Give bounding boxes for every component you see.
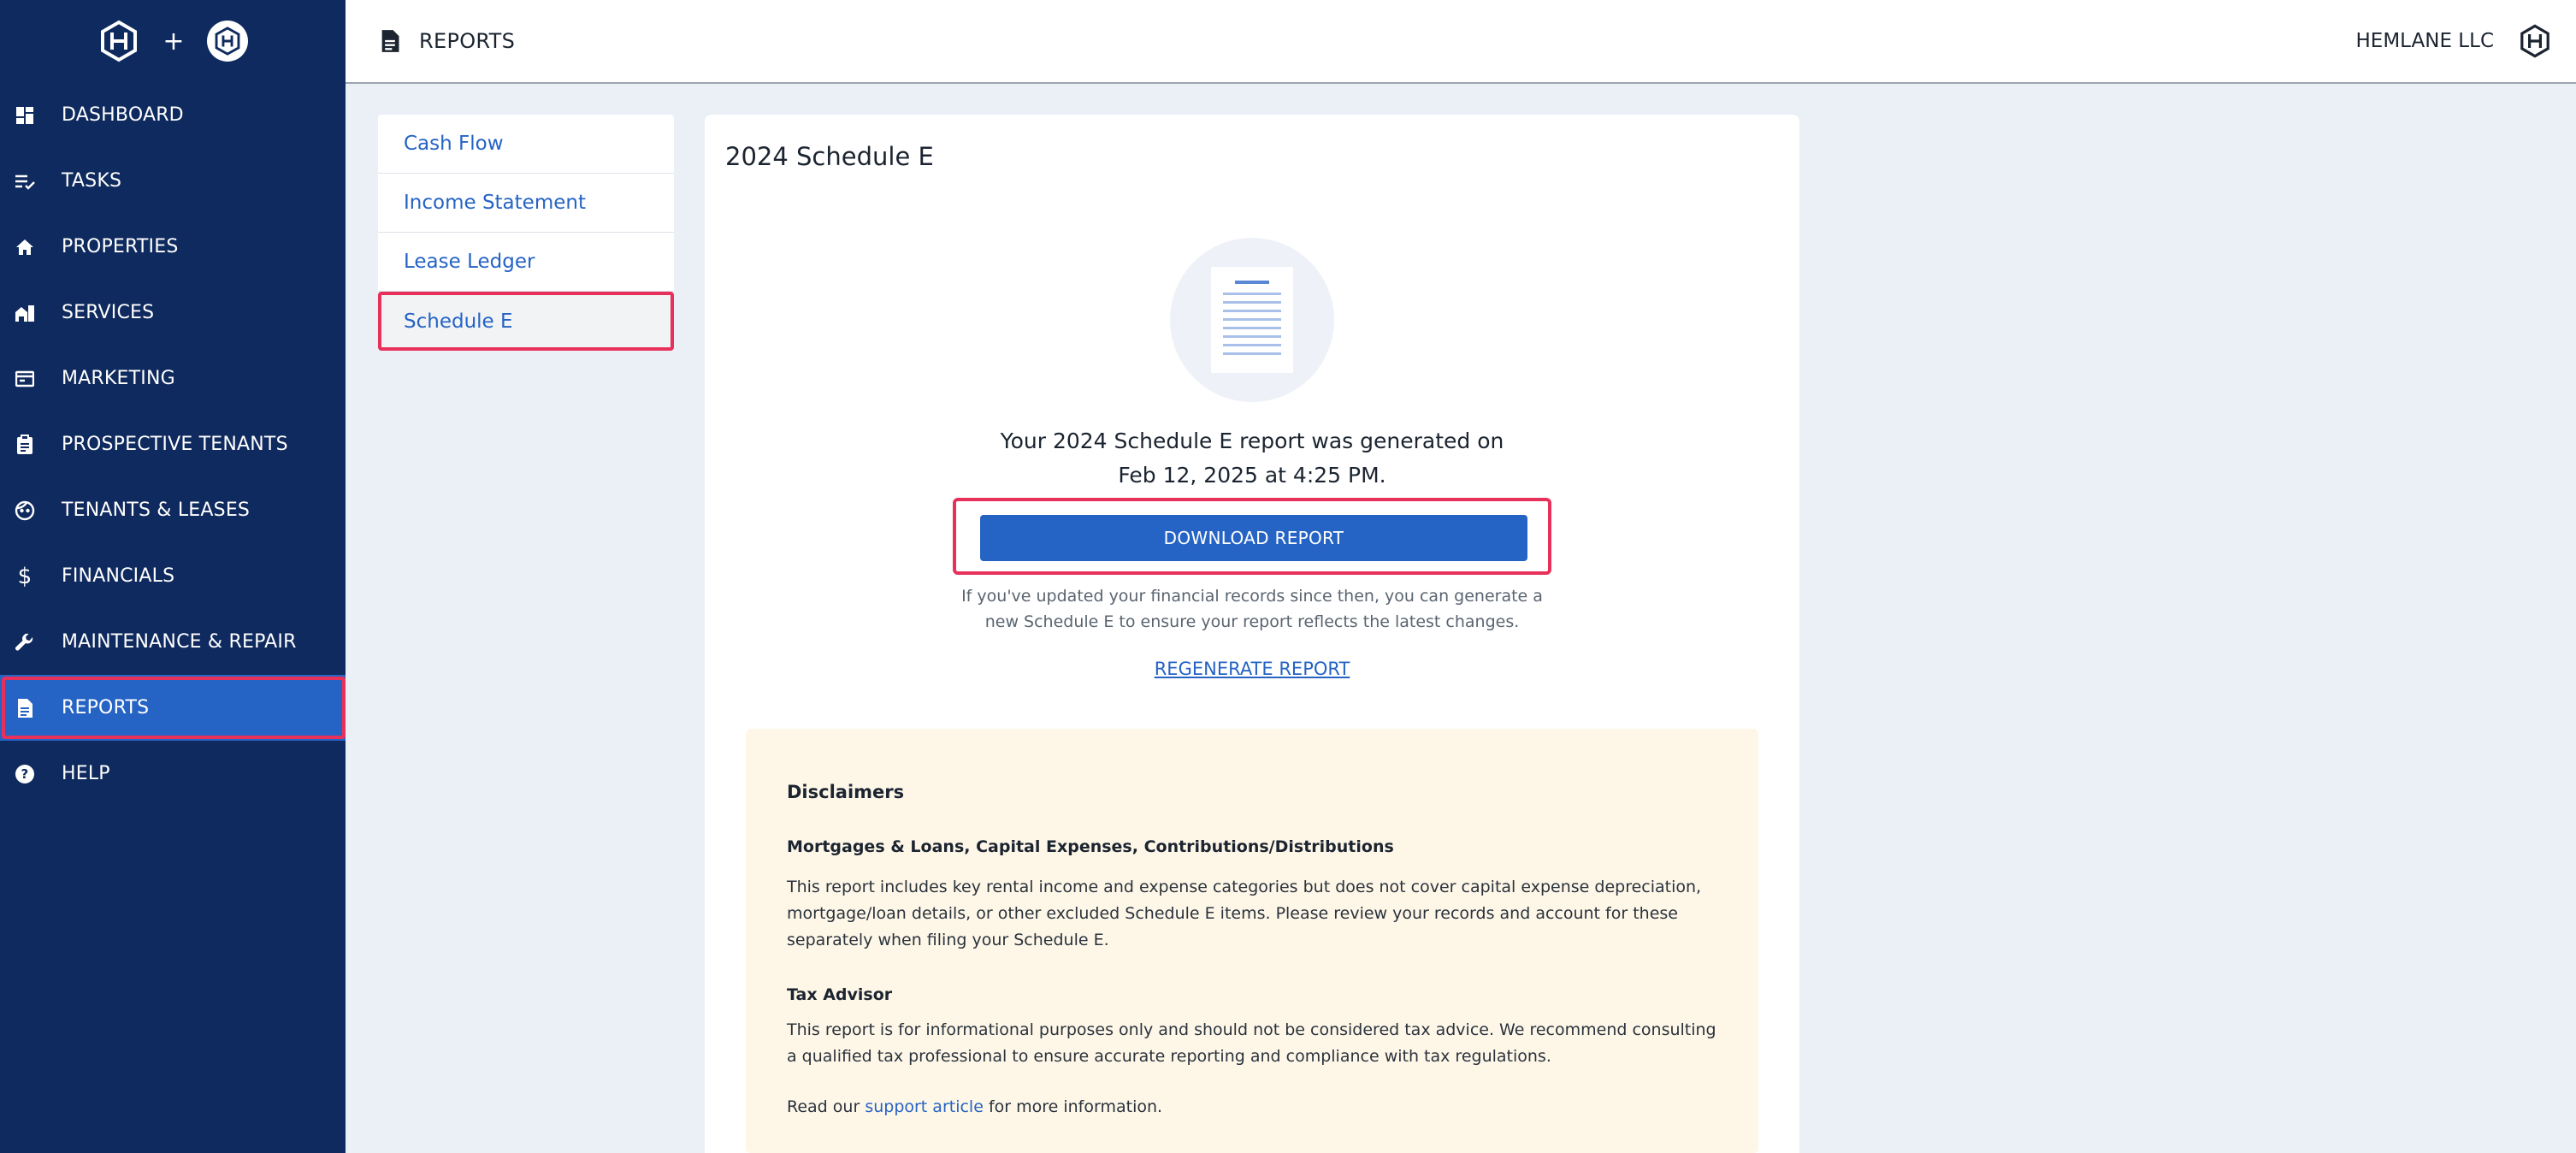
help-icon: ? [14,763,36,785]
report-nav-schedule-e[interactable]: Schedule E [378,292,674,351]
report-type-nav: Cash Flow Income Statement Lease Ledger … [378,115,674,351]
sidebar-item-label: MAINTENANCE & REPAIR [62,631,297,653]
sidebar-item-label: MARKETING [62,368,175,389]
report-icon [14,697,36,719]
document-illustration-icon [1170,238,1334,402]
read-more-prefix: Read our [787,1097,866,1116]
report-nav-lease-ledger[interactable]: Lease Ledger [378,233,674,292]
sidebar-item-prospective-tenants[interactable]: PROSPECTIVE TENANTS [0,411,346,477]
read-more-suffix: for more information. [983,1097,1163,1116]
download-highlight: DOWNLOAD REPORT [953,498,1551,575]
home-icon [14,236,36,258]
dashboard-icon [14,104,36,127]
report-title: 2024 Schedule E [725,142,934,171]
services-icon [14,302,36,324]
sidebar-item-marketing[interactable]: MARKETING [0,346,346,411]
sidebar-item-dashboard[interactable]: DASHBOARD [0,82,346,148]
sidebar-item-label: DASHBOARD [62,104,184,126]
sidebar-item-label: REPORTS [62,697,150,718]
wrench-icon [14,631,36,653]
org-logo-icon[interactable] [2518,24,2552,58]
brand: + [0,0,346,82]
generated-line-2: Feb 12, 2025 at 4:25 PM. [1118,463,1386,488]
sidebar-item-label: SERVICES [62,302,155,323]
disclaimers-title: Disclaimers [787,782,905,802]
sidebar-item-reports[interactable]: REPORTS [0,675,346,741]
sidebar-item-label: FINANCIALS [62,565,175,587]
page-title: REPORTS [419,29,516,53]
disclaimers-box: Disclaimers Mortgages & Loans, Capital E… [746,729,1758,1153]
disclaimer-subtitle-mortgages: Mortgages & Loans, Capital Expenses, Con… [787,837,1394,856]
sidebar-item-label: PROSPECTIVE TENANTS [62,434,288,455]
sidebar-item-label: PROPERTIES [62,236,179,257]
svg-text:?: ? [21,766,29,782]
sidebar-item-help[interactable]: ? HELP [0,741,346,807]
sidebar-item-label: TASKS [62,170,122,192]
disclaimer-text-mortgages: This report includes key rental income a… [787,878,1702,949]
face-icon [14,500,36,522]
report-icon [381,30,399,52]
report-nav-income-statement[interactable]: Income Statement [378,174,674,233]
sidebar-nav: DASHBOARD TASKS PROPERTIES SERVICES MARK… [0,82,346,807]
top-header: REPORTS HEMLANE LLC [346,0,2576,84]
sidebar-item-services[interactable]: SERVICES [0,280,346,346]
regenerate-help-text: If you've updated your financial records… [705,583,1799,635]
tasks-icon [14,170,36,192]
sidebar-item-label: HELP [62,763,110,784]
dollar-icon: $ [17,563,32,589]
generated-message: Your 2024 Schedule E report was generate… [705,424,1799,493]
disclaimer-read-more: Read our support article for more inform… [787,1097,1162,1116]
sidebar-item-maintenance-repair[interactable]: MAINTENANCE & REPAIR [0,609,346,675]
help-line-1: If you've updated your financial records… [961,587,1543,606]
partner-logo-icon [206,21,248,62]
download-report-button[interactable]: DOWNLOAD REPORT [980,515,1527,561]
marketing-icon [14,368,36,390]
disclaimer-subtitle-tax-advisor: Tax Advisor [787,985,893,1004]
regenerate-wrap: REGENERATE REPORT [705,659,1799,679]
generated-line-1: Your 2024 Schedule E report was generate… [1000,429,1504,453]
report-panel: 2024 Schedule E Your 2024 Schedule E rep… [705,115,1799,1153]
disclaimer-text-tax-advisor: This report is for informational purpose… [787,1020,1716,1066]
plus-sign: + [162,26,185,56]
sidebar-item-tenants-leases[interactable]: TENANTS & LEASES [0,477,346,543]
hemlane-logo-icon[interactable] [97,20,140,62]
sidebar-item-label: TENANTS & LEASES [62,500,251,521]
clipboard-icon [14,434,36,456]
regenerate-report-link[interactable]: REGENERATE REPORT [1155,659,1350,679]
report-nav-cash-flow[interactable]: Cash Flow [378,115,674,174]
org-name[interactable]: HEMLANE LLC [2356,0,2494,82]
sidebar-item-tasks[interactable]: TASKS [0,148,346,214]
sidebar: + DASHBOARD TASKS PROPERTIES SERVICES MA… [0,0,346,1153]
support-article-link[interactable]: support article [865,1097,984,1116]
sidebar-item-financials[interactable]: $ FINANCIALS [0,543,346,609]
help-line-2: new Schedule E to ensure your report ref… [984,612,1520,631]
sidebar-item-properties[interactable]: PROPERTIES [0,214,346,280]
